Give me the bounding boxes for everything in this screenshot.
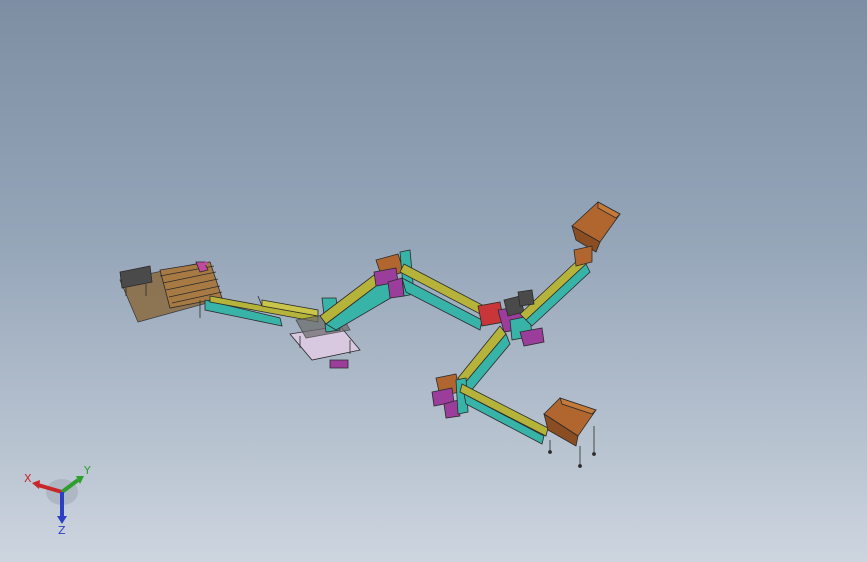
left-roller-station[interactable]	[119, 260, 283, 327]
orientation-triad[interactable]: X Y Z	[18, 458, 98, 538]
upper-hopper[interactable]	[571, 201, 621, 267]
model-viewport[interactable]: X Y Z	[0, 0, 867, 562]
lower-hopper[interactable]	[543, 397, 597, 468]
conveyor-segment-2[interactable]	[399, 263, 489, 331]
z-axis-label: Z	[58, 524, 66, 537]
assembly-model[interactable]	[0, 0, 867, 562]
y-axis-label: Y	[83, 464, 91, 477]
conveyor-segment-5[interactable]	[459, 383, 549, 445]
x-axis-label: X	[24, 472, 32, 485]
transfer-station-2[interactable]	[431, 373, 469, 419]
conveyor-segment-3[interactable]	[517, 257, 591, 327]
